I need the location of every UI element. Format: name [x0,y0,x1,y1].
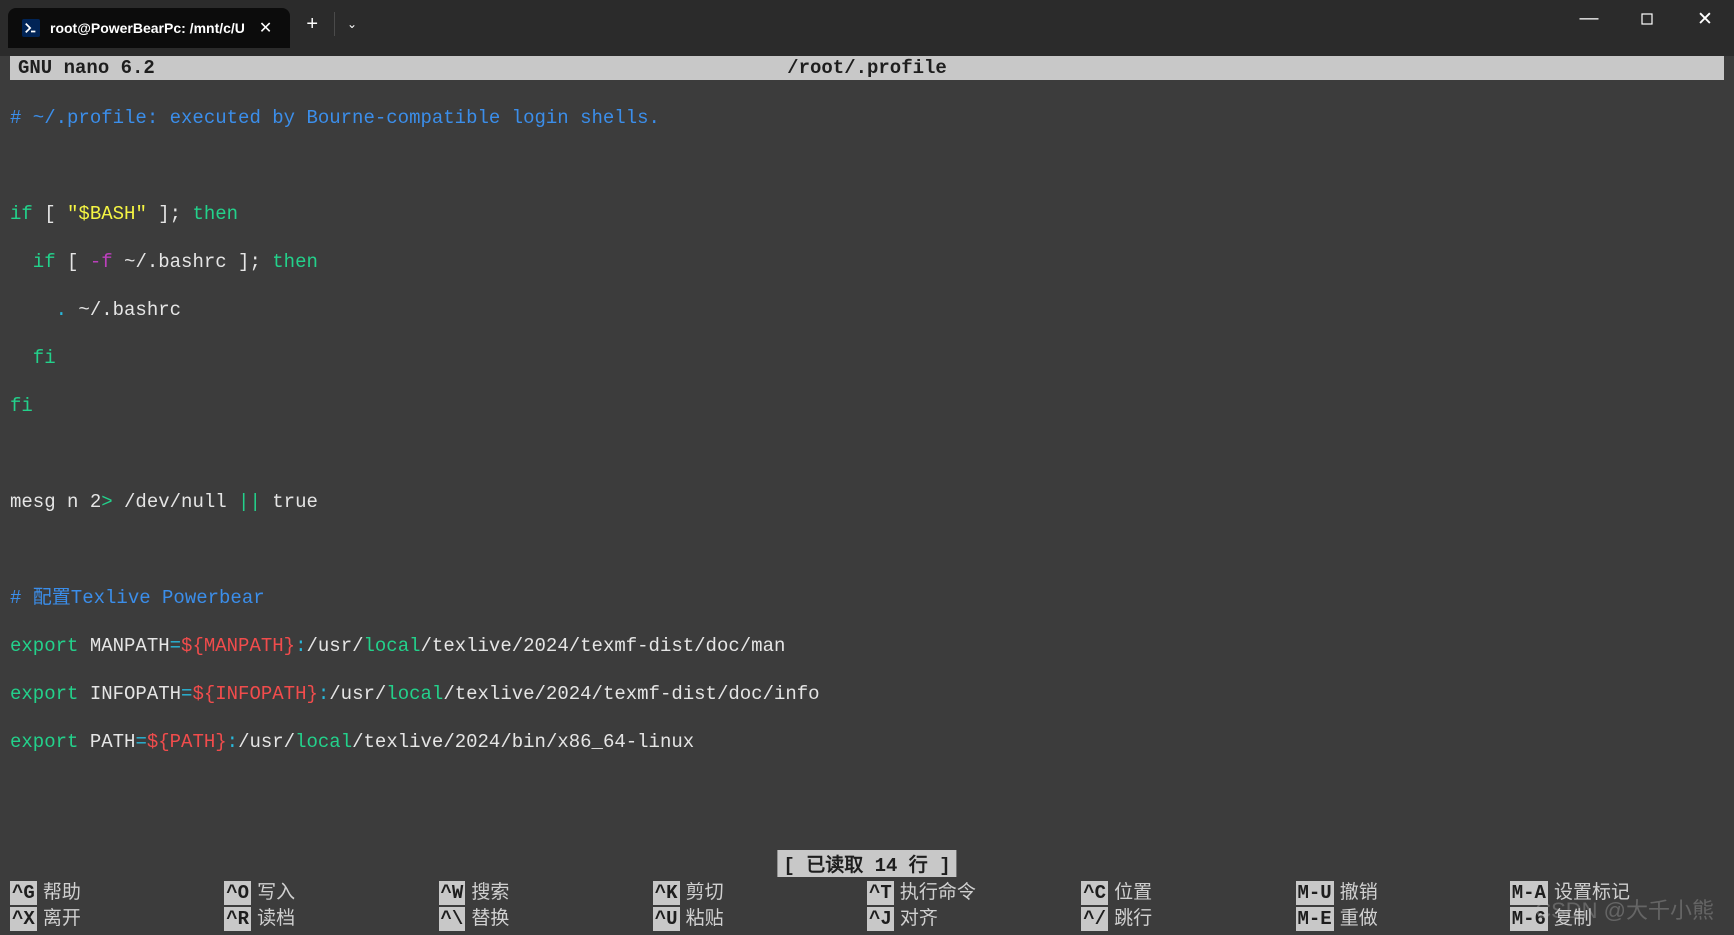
help-item[interactable]: ^/跳行 [1081,907,1295,931]
help-item[interactable]: ^T执行命令 [867,881,1081,905]
window-close-button[interactable]: ✕ [1676,0,1734,38]
help-key: ^O [224,881,251,905]
titlebar: root@PowerBearPc: /mnt/c/U ✕ + ⌄ — ✕ [0,0,1734,48]
help-item[interactable]: M-E重做 [1296,907,1510,931]
nano-help-bar: ^G帮助^O写入^W搜索^K剪切^T执行命令^C位置M-U撤销M-A设置标记^X… [10,881,1724,931]
tab-close-button[interactable]: ✕ [255,16,276,40]
help-key: ^T [867,881,894,905]
help-label: 设置标记 [1554,881,1630,905]
help-key: ^X [10,907,37,931]
minimize-button[interactable]: — [1560,0,1618,38]
help-key: M-E [1296,907,1334,931]
maximize-button[interactable] [1618,0,1676,38]
help-key: M-U [1296,881,1334,905]
help-item[interactable]: M-A设置标记 [1510,881,1724,905]
help-label: 读档 [257,907,295,931]
window-controls: — ✕ [1560,0,1734,38]
help-key: ^U [653,907,680,931]
tab-dropdown-button[interactable]: ⌄ [334,12,369,36]
help-key: ^W [439,881,466,905]
help-item[interactable]: ^W搜索 [439,881,653,905]
help-key: ^K [653,881,680,905]
new-tab-button[interactable]: + [290,13,334,36]
help-label: 执行命令 [900,881,976,905]
help-item[interactable]: ^C位置 [1081,881,1295,905]
help-label: 重做 [1340,907,1378,931]
help-item[interactable]: ^X离开 [10,907,224,931]
tab-title: root@PowerBearPc: /mnt/c/U [50,20,245,36]
help-label: 离开 [43,907,81,931]
nano-version: GNU nano 6.2 [18,57,155,79]
help-label: 搜索 [471,881,509,905]
help-label: 剪切 [686,881,724,905]
help-label: 替换 [471,907,509,931]
help-item[interactable]: ^U粘贴 [653,907,867,931]
comment-line: # 配置Texlive Powerbear [10,587,265,609]
help-key: M-6 [1510,907,1548,931]
nano-header: GNU nano 6.2 /root/.profile [10,56,1724,80]
help-label: 写入 [257,881,295,905]
help-label: 位置 [1114,881,1152,905]
help-label: 粘贴 [686,907,724,931]
help-label: 帮助 [43,881,81,905]
help-label: 复制 [1554,907,1592,931]
help-item[interactable]: M-U撤销 [1296,881,1510,905]
nano-status-message: [ 已读取 14 行 ] [777,850,956,877]
help-label: 跳行 [1114,907,1152,931]
help-key: ^J [867,907,894,931]
help-item[interactable]: ^R读档 [224,907,438,931]
help-key: ^\ [439,907,466,931]
terminal-tab[interactable]: root@PowerBearPc: /mnt/c/U ✕ [8,8,290,48]
help-key: ^G [10,881,37,905]
help-key: M-A [1510,881,1548,905]
help-key: ^/ [1081,907,1108,931]
powershell-icon [22,19,40,37]
help-label: 撤销 [1340,881,1378,905]
help-item[interactable]: M-6复制 [1510,907,1724,931]
help-item[interactable]: ^G帮助 [10,881,224,905]
comment-line: # ~/.profile: executed by Bourne-compati… [10,107,660,129]
terminal-area[interactable]: GNU nano 6.2 /root/.profile # ~/.profile… [0,56,1734,935]
help-key: ^R [224,907,251,931]
help-item[interactable]: ^O写入 [224,881,438,905]
help-label: 对齐 [900,907,938,931]
nano-filename: /root/.profile [787,57,947,79]
help-item[interactable]: ^J对齐 [867,907,1081,931]
help-key: ^C [1081,881,1108,905]
editor-content[interactable]: # ~/.profile: executed by Bourne-compati… [10,80,1724,804]
help-item[interactable]: ^K剪切 [653,881,867,905]
help-item[interactable]: ^\替换 [439,907,653,931]
